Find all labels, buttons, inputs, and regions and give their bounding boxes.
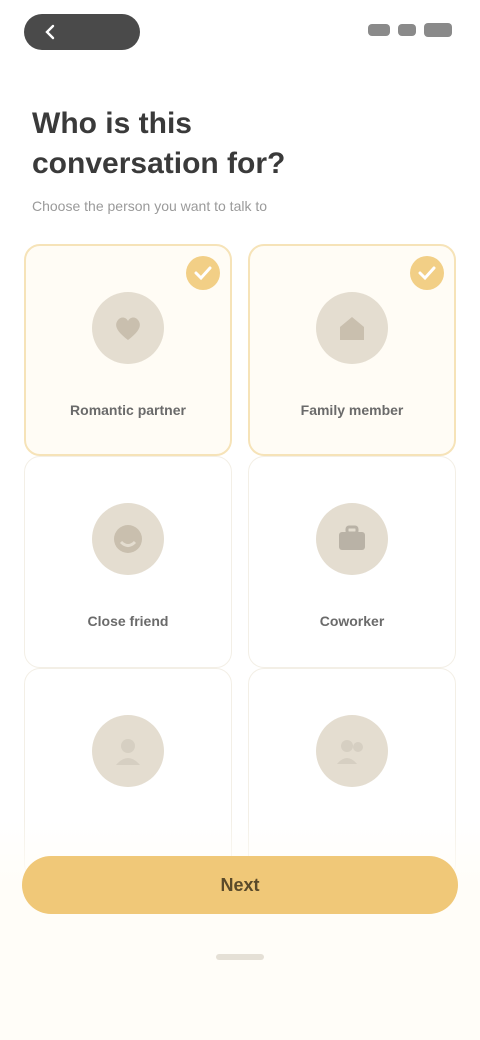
check-badge	[186, 256, 220, 290]
check-icon	[418, 266, 436, 281]
option-card-coworker[interactable]: Coworker	[248, 456, 456, 668]
wifi-icon	[398, 24, 416, 36]
option-label: Close friend	[87, 613, 169, 629]
battery-icon	[424, 23, 452, 37]
option-label: Family member	[300, 402, 404, 418]
page-subtitle: Choose the person you want to talk to	[32, 198, 268, 214]
option-card-family-member[interactable]: Family member	[248, 244, 456, 456]
avatar	[92, 292, 164, 364]
option-card-romantic-partner[interactable]: Romantic partner	[24, 244, 232, 456]
briefcase-icon	[339, 525, 365, 550]
users-icon	[337, 740, 363, 764]
option-label: Coworker	[319, 613, 385, 629]
check-icon	[194, 266, 212, 281]
avatar	[92, 503, 164, 575]
next-button[interactable]: Next	[22, 856, 458, 914]
avatar	[316, 715, 388, 787]
smile-icon	[114, 525, 142, 553]
option-grid: Romantic partner Family member Close fri…	[24, 244, 456, 880]
option-card-close-friend[interactable]: Close friend	[24, 456, 232, 668]
avatar	[92, 715, 164, 787]
bottom-fade	[0, 820, 480, 1040]
status-icons	[368, 20, 452, 40]
avatar	[316, 503, 388, 575]
option-label: Romantic partner	[70, 402, 186, 418]
page-title: Who is this conversation for?	[32, 107, 286, 180]
top-bar	[0, 0, 480, 64]
signal-icon	[368, 24, 390, 36]
avatar	[316, 292, 388, 364]
check-badge	[410, 256, 444, 290]
home-indicator	[216, 954, 264, 960]
chevron-left-icon	[45, 24, 55, 40]
heart-icon	[116, 317, 140, 340]
user-icon	[116, 739, 140, 765]
home-icon	[340, 317, 364, 340]
back-button[interactable]	[24, 14, 140, 50]
